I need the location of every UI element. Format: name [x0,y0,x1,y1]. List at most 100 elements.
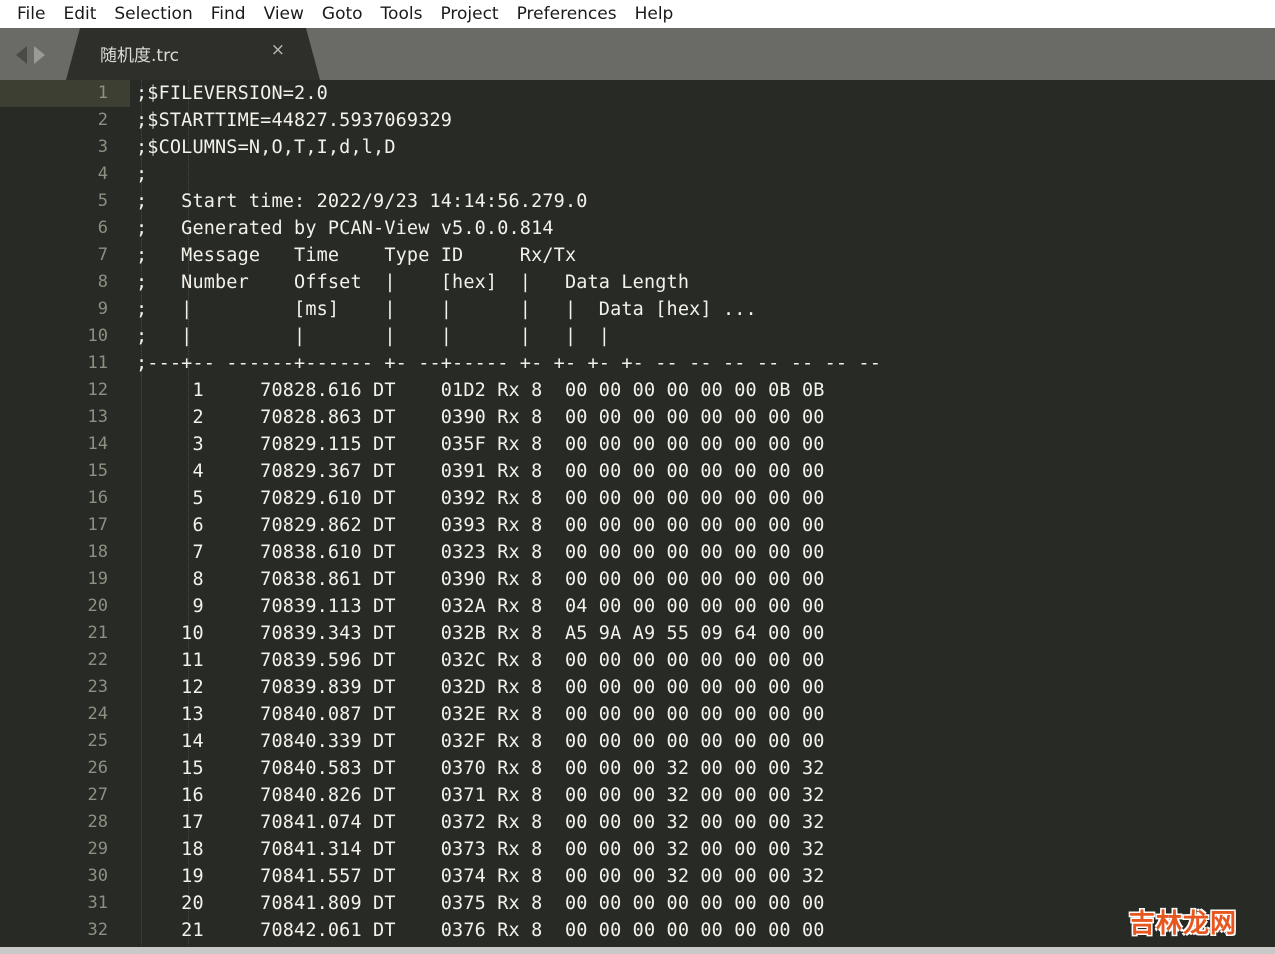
code-text[interactable]: 2 70828.863 DT 0390 Rx 8 00 00 00 00 00 … [136,404,825,431]
code-text[interactable]: 16 70840.826 DT 0371 Rx 8 00 00 00 32 00… [136,782,825,809]
menu-item-view[interactable]: View [255,0,313,28]
line-number: 25 [87,731,108,751]
code-line[interactable]: 10 ; | | | | | | | [0,323,1275,350]
code-text[interactable]: 3 70829.115 DT 035F Rx 8 00 00 00 00 00 … [136,431,825,458]
close-icon[interactable]: × [271,42,285,59]
code-text[interactable]: 20 70841.809 DT 0375 Rx 8 00 00 00 00 00… [136,890,825,917]
line-number: 12 [87,380,108,400]
line-number: 30 [87,866,108,886]
code-line[interactable]: 29 18 70841.314 DT 0373 Rx 8 00 00 00 32… [0,836,1275,863]
editor-tab[interactable]: 随机度.trc × [66,28,320,80]
tab-bar: 随机度.trc × [0,28,1275,80]
code-text[interactable]: 1 70828.616 DT 01D2 Rx 8 00 00 00 00 00 … [136,377,825,404]
code-text[interactable]: ; | [ms] | | | | Data [hex] ... [136,296,757,323]
code-line[interactable]: 13 2 70828.863 DT 0390 Rx 8 00 00 00 00 … [0,404,1275,431]
code-text[interactable]: 11 70839.596 DT 032C Rx 8 00 00 00 00 00… [136,647,825,674]
code-line[interactable]: 4; [0,161,1275,188]
code-text[interactable]: ;---+-- ------+------ +- --+----- +- +- … [136,350,881,377]
code-line[interactable]: 3 ;$COLUMNS=N,O,T,I,d,l,D [0,134,1275,161]
line-number: 20 [87,596,108,616]
code-line[interactable]: 2 ;$STARTTIME=44827.5937069329 [0,107,1275,134]
code-text[interactable]: 9 70839.113 DT 032A Rx 8 04 00 00 00 00 … [136,593,825,620]
code-text[interactable]: 12 70839.839 DT 032D Rx 8 00 00 00 00 00… [136,674,825,701]
line-number: 11 [87,353,108,373]
code-text[interactable]: ;$COLUMNS=N,O,T,I,d,l,D [136,134,396,161]
code-line[interactable]: 26 15 70840.583 DT 0370 Rx 8 00 00 00 32… [0,755,1275,782]
code-text[interactable]: 19 70841.557 DT 0374 Rx 8 00 00 00 32 00… [136,863,825,890]
code-text[interactable]: ; Number Offset | [hex] | Data Length [136,269,689,296]
code-text[interactable]: ; [136,161,147,188]
line-number: 23 [87,677,108,697]
code-line[interactable]: 19 8 70838.861 DT 0390 Rx 8 00 00 00 00 … [0,566,1275,593]
code-line[interactable]: 25 14 70840.339 DT 032F Rx 8 00 00 00 00… [0,728,1275,755]
menu-item-help[interactable]: Help [626,0,683,28]
code-line[interactable]: 28 17 70841.074 DT 0372 Rx 8 00 00 00 32… [0,809,1275,836]
code-line[interactable]: 30 19 70841.557 DT 0374 Rx 8 00 00 00 32… [0,863,1275,890]
code-text[interactable]: 6 70829.862 DT 0393 Rx 8 00 00 00 00 00 … [136,512,825,539]
menu-item-tools[interactable]: Tools [372,0,432,28]
menu-item-goto[interactable]: Goto [313,0,372,28]
code-line[interactable]: 24 13 70840.087 DT 032E Rx 8 00 00 00 00… [0,701,1275,728]
editor-pane[interactable]: 1 ;$FILEVERSION=2.0 2 ;$STARTTIME=44827.593… [0,80,1275,954]
tab-strip: 随机度.trc × [66,28,320,80]
code-text[interactable]: 15 70840.583 DT 0370 Rx 8 00 00 00 32 00… [136,755,825,782]
code-text[interactable]: 7 70838.610 DT 0323 Rx 8 00 00 00 00 00 … [136,539,825,566]
line-number: 3 [97,137,108,157]
code-line[interactable]: 20 9 70839.113 DT 032A Rx 8 04 00 00 00 … [0,593,1275,620]
code-line[interactable]: 1 ;$FILEVERSION=2.0 [0,80,1275,107]
code-text[interactable]: ;$FILEVERSION=2.0 [136,80,328,107]
code-line[interactable]: 6 ; Generated by PCAN-View v5.0.0.814 [0,215,1275,242]
code-line[interactable]: 23 12 70839.839 DT 032D Rx 8 00 00 00 00… [0,674,1275,701]
menu-item-find[interactable]: Find [202,0,255,28]
code-text[interactable]: ; Message Time Type ID Rx/Tx [136,242,576,269]
code-text[interactable]: ; Start time: 2022/9/23 14:14:56.279.0 [136,188,588,215]
code-content[interactable]: 1 ;$FILEVERSION=2.0 2 ;$STARTTIME=44827.593… [0,80,1275,954]
line-number: 28 [87,812,108,832]
code-line[interactable]: 8 ; Number Offset | [hex] | Data Length [0,269,1275,296]
code-text[interactable]: 21 70842.061 DT 0376 Rx 8 00 00 00 00 00… [136,917,825,944]
code-line[interactable]: 11 ;---+-- ------+------ +- --+----- +- +… [0,350,1275,377]
tab-navigation-arrows[interactable] [16,42,62,68]
code-line[interactable]: 15 4 70829.367 DT 0391 Rx 8 00 00 00 00 … [0,458,1275,485]
arrow-left-icon[interactable] [16,46,27,64]
line-number: 10 [87,326,108,346]
menu-item-file[interactable]: File [8,0,54,28]
line-number: 2 [97,110,108,130]
line-number: 16 [87,488,108,508]
code-line[interactable]: 9 ; | [ms] | | | | Data [hex] ... [0,296,1275,323]
code-line[interactable]: 27 16 70840.826 DT 0371 Rx 8 00 00 00 32… [0,782,1275,809]
line-number: 8 [97,272,108,292]
code-line[interactable]: 14 3 70829.115 DT 035F Rx 8 00 00 00 00 … [0,431,1275,458]
code-text[interactable]: ; | | | | | | | [136,323,610,350]
code-line[interactable]: 12 1 70828.616 DT 01D2 Rx 8 00 00 00 00 … [0,377,1275,404]
code-text[interactable]: 13 70840.087 DT 032E Rx 8 00 00 00 00 00… [136,701,825,728]
menu-item-edit[interactable]: Edit [54,0,105,28]
code-text[interactable]: 8 70838.861 DT 0390 Rx 8 00 00 00 00 00 … [136,566,825,593]
line-number: 7 [97,245,108,265]
code-text[interactable]: ; Generated by PCAN-View v5.0.0.814 [136,215,554,242]
code-text[interactable]: 5 70829.610 DT 0392 Rx 8 00 00 00 00 00 … [136,485,825,512]
code-line[interactable]: 21 10 70839.343 DT 032B Rx 8 A5 9A A9 55… [0,620,1275,647]
code-line[interactable]: 7 ; Message Time Type ID Rx/Tx [0,242,1275,269]
menu-item-selection[interactable]: Selection [105,0,201,28]
code-text[interactable]: 17 70841.074 DT 0372 Rx 8 00 00 00 32 00… [136,809,825,836]
code-line[interactable]: 22 11 70839.596 DT 032C Rx 8 00 00 00 00… [0,647,1275,674]
code-line[interactable]: 32 21 70842.061 DT 0376 Rx 8 00 00 00 00… [0,917,1275,944]
line-number: 6 [97,218,108,238]
code-text[interactable]: ;$STARTTIME=44827.5937069329 [136,107,452,134]
horizontal-scrollbar[interactable] [0,947,1275,954]
menu-item-project[interactable]: Project [431,0,507,28]
code-line[interactable]: 5 ; Start time: 2022/9/23 14:14:56.279.0 [0,188,1275,215]
line-number: 4 [97,164,108,184]
code-text[interactable]: 18 70841.314 DT 0373 Rx 8 00 00 00 32 00… [136,836,825,863]
code-text[interactable]: 10 70839.343 DT 032B Rx 8 A5 9A A9 55 09… [136,620,825,647]
code-line[interactable]: 16 5 70829.610 DT 0392 Rx 8 00 00 00 00 … [0,485,1275,512]
menu-item-preferences[interactable]: Preferences [508,0,626,28]
code-line[interactable]: 18 7 70838.610 DT 0323 Rx 8 00 00 00 00 … [0,539,1275,566]
code-text[interactable]: 4 70829.367 DT 0391 Rx 8 00 00 00 00 00 … [136,458,825,485]
code-line[interactable]: 31 20 70841.809 DT 0375 Rx 8 00 00 00 00… [0,890,1275,917]
line-number: 15 [87,461,108,481]
code-text[interactable]: 14 70840.339 DT 032F Rx 8 00 00 00 00 00… [136,728,825,755]
arrow-forward-icon[interactable] [34,46,45,64]
code-line[interactable]: 17 6 70829.862 DT 0393 Rx 8 00 00 00 00 … [0,512,1275,539]
